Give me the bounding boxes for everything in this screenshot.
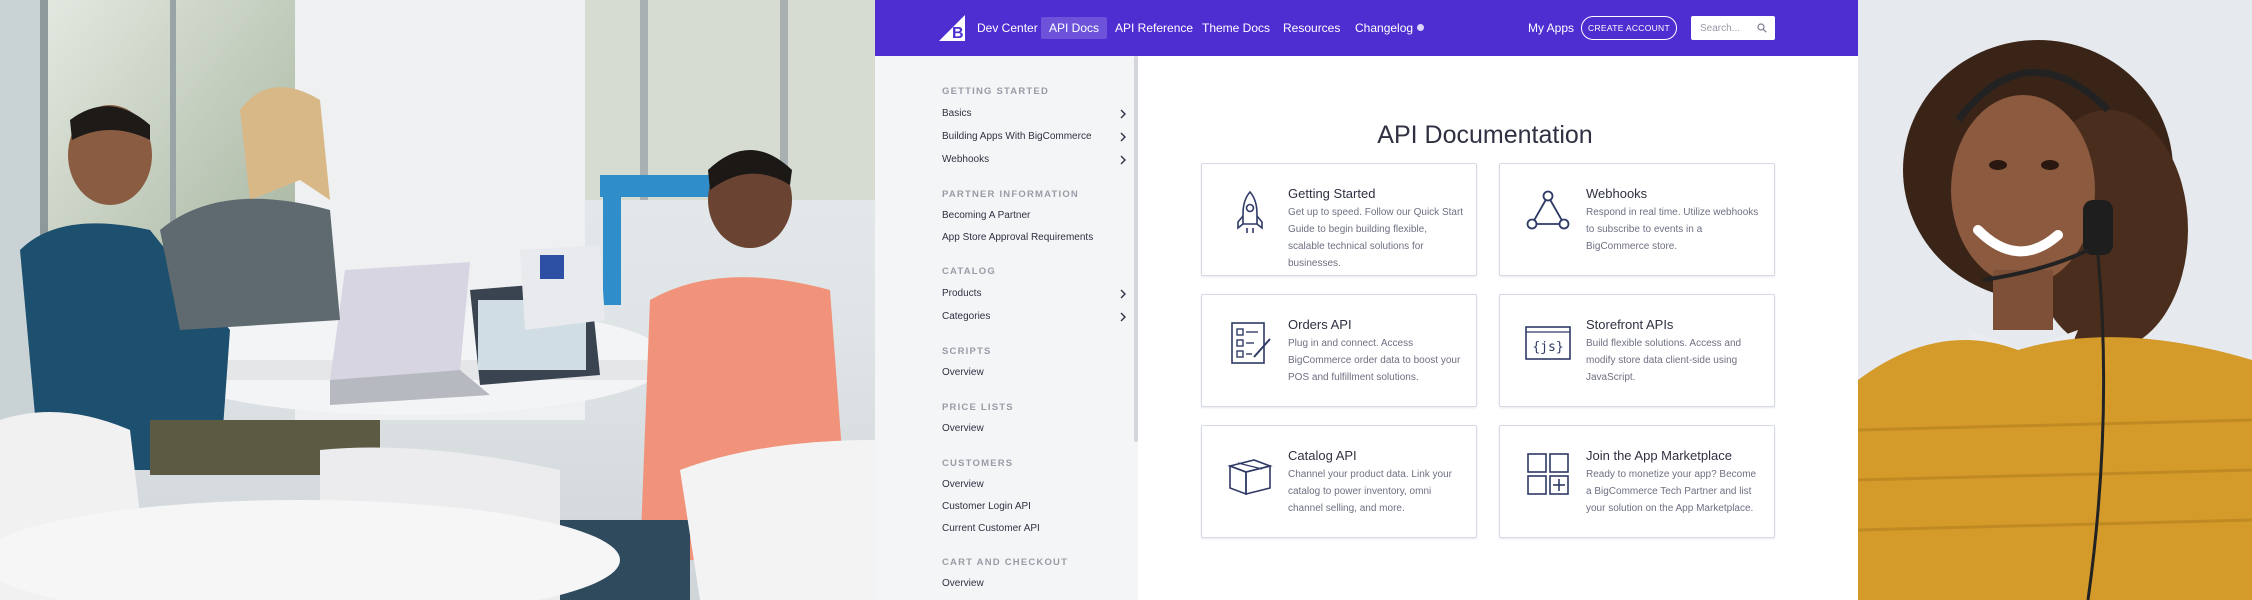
changelog-notification-dot [1417, 24, 1424, 31]
chevron-right-icon [1120, 312, 1126, 322]
sidebar-item-label: Overview [942, 479, 984, 490]
sidebar-item-label: Overview [942, 423, 984, 434]
card-title: Join the App Marketplace [1586, 448, 1732, 463]
sidebar-item-products[interactable]: Products [942, 286, 1127, 302]
card-title: Orders API [1288, 317, 1352, 332]
card-storefront-apis[interactable]: {js} Storefront APIs Build flexible solu… [1499, 294, 1775, 407]
nav-api-docs[interactable]: API Docs [1041, 17, 1108, 39]
page: B Dev Center API Docs API Reference Them… [0, 0, 2252, 600]
sidebar-item-categories[interactable]: Categories [942, 309, 1127, 325]
docs-page: B Dev Center API Docs API Reference Them… [875, 0, 1858, 600]
sidebar-item-label: Products [942, 288, 982, 299]
sidebar-item-label: Categories [942, 311, 991, 322]
nav-dev-center[interactable]: Dev Center [969, 17, 1046, 39]
webhooks-triangle-icon [1526, 190, 1570, 230]
sidebar-section-partner-information: PARTNER INFORMATION [942, 189, 1079, 200]
sidebar-section-customers: CUSTOMERS [942, 458, 1014, 469]
svg-text:{js}: {js} [1532, 340, 1563, 355]
sidebar-item-label: Overview [942, 578, 984, 589]
card-description: Get up to speed. Follow our Quick Start … [1288, 207, 1464, 269]
card-title: Getting Started [1288, 186, 1376, 201]
support-agent-photo [1858, 0, 2252, 600]
js-braces-icon: {js} [1525, 326, 1571, 360]
card-description: Ready to monetize your app? Become a Big… [1586, 469, 1757, 514]
sidebar-item-becoming-a-partner[interactable]: Becoming A Partner [942, 208, 1127, 224]
sidebar-item-current-customer-api[interactable]: Current Customer API [942, 521, 1127, 537]
card-getting-started[interactable]: Getting Started Get up to speed. Follow … [1201, 163, 1477, 276]
app-grid-icon [1527, 453, 1569, 495]
main-content: API Documentation Getting Started Get up… [1138, 56, 1858, 600]
sidebar-item-building-apps[interactable]: Building Apps With BigCommerce [942, 129, 1127, 145]
card-title: Storefront APIs [1586, 317, 1674, 332]
sidebar-item-basics[interactable]: Basics [942, 106, 1127, 122]
team-meeting-photo [0, 0, 875, 600]
card-title: Webhooks [1586, 186, 1648, 201]
team-meeting-illustration [0, 0, 875, 600]
rocket-icon [1237, 190, 1263, 233]
card-orders-api[interactable]: Orders API Plug in and connect. Access B… [1201, 294, 1477, 407]
sidebar-item-scripts-overview[interactable]: Overview [942, 365, 1127, 381]
docs-sidebar: GETTING STARTED Basics Building Apps Wit… [875, 56, 1138, 600]
orders-checklist-icon [1231, 322, 1271, 364]
sidebar-section-cart-and-checkout: CART AND CHECKOUT [942, 557, 1069, 568]
search-input[interactable] [1691, 16, 1753, 40]
sidebar-item-label: App Store Approval Requirements [942, 232, 1094, 243]
sidebar-item-label: Building Apps With BigCommerce [942, 131, 1092, 142]
chevron-right-icon [1120, 155, 1126, 165]
card-description: Build flexible solutions. Access and mod… [1586, 338, 1742, 383]
sidebar-item-webhooks[interactable]: Webhooks [942, 152, 1127, 168]
search-icon[interactable] [1757, 23, 1767, 33]
sidebar-item-customers-overview[interactable]: Overview [942, 477, 1127, 493]
card-description: Channel your product data. Link your cat… [1288, 469, 1452, 514]
page-title: API Documentation [1377, 121, 1593, 149]
nav-resources[interactable]: Resources [1275, 17, 1348, 39]
sidebar-item-price-lists-overview[interactable]: Overview [942, 421, 1127, 437]
sidebar-item-cart-checkout-overview[interactable]: Overview [942, 576, 1127, 592]
sidebar-item-label: Basics [942, 108, 972, 119]
chevron-right-icon [1120, 109, 1126, 119]
svg-text:B: B [952, 25, 964, 42]
card-app-marketplace[interactable]: Join the App Marketplace Ready to moneti… [1499, 425, 1775, 538]
support-agent-illustration [1858, 0, 2252, 600]
box-icon [1227, 459, 1273, 496]
sidebar-section-price-lists: PRICE LISTS [942, 402, 1014, 413]
my-apps-link[interactable]: My Apps [1520, 17, 1582, 39]
card-catalog-api[interactable]: Catalog API Channel your product data. L… [1201, 425, 1477, 538]
chevron-right-icon [1120, 289, 1126, 299]
card-description: Plug in and connect. Access BigCommerce … [1288, 338, 1461, 383]
sidebar-item-label: Customer Login API [942, 501, 1031, 512]
sidebar-section-catalog: CATALOG [942, 266, 996, 277]
sidebar-item-label: Becoming A Partner [942, 210, 1031, 221]
sidebar-item-customer-login-api[interactable]: Customer Login API [942, 499, 1127, 515]
nav-api-reference[interactable]: API Reference [1107, 17, 1201, 39]
sidebar-item-label: Webhooks [942, 154, 990, 165]
nav-theme-docs[interactable]: Theme Docs [1194, 17, 1278, 39]
card-description: Respond in real time. Utilize webhooks t… [1586, 207, 1759, 252]
nav-changelog[interactable]: Changelog [1347, 17, 1421, 39]
create-account-button[interactable]: CREATE ACCOUNT [1581, 16, 1677, 40]
sidebar-section-scripts: SCRIPTS [942, 346, 992, 357]
sidebar-item-label: Overview [942, 367, 984, 378]
sidebar-item-app-store-approval[interactable]: App Store Approval Requirements [942, 230, 1127, 246]
sidebar-item-label: Current Customer API [942, 523, 1040, 534]
top-navbar: B Dev Center API Docs API Reference Them… [875, 0, 1858, 56]
sidebar-section-getting-started: GETTING STARTED [942, 86, 1050, 97]
card-webhooks[interactable]: Webhooks Respond in real time. Utilize w… [1499, 163, 1775, 276]
card-title: Catalog API [1288, 448, 1357, 463]
search-box [1691, 16, 1775, 40]
chevron-right-icon [1120, 132, 1126, 142]
bigcommerce-logo-icon[interactable]: B [937, 13, 967, 43]
